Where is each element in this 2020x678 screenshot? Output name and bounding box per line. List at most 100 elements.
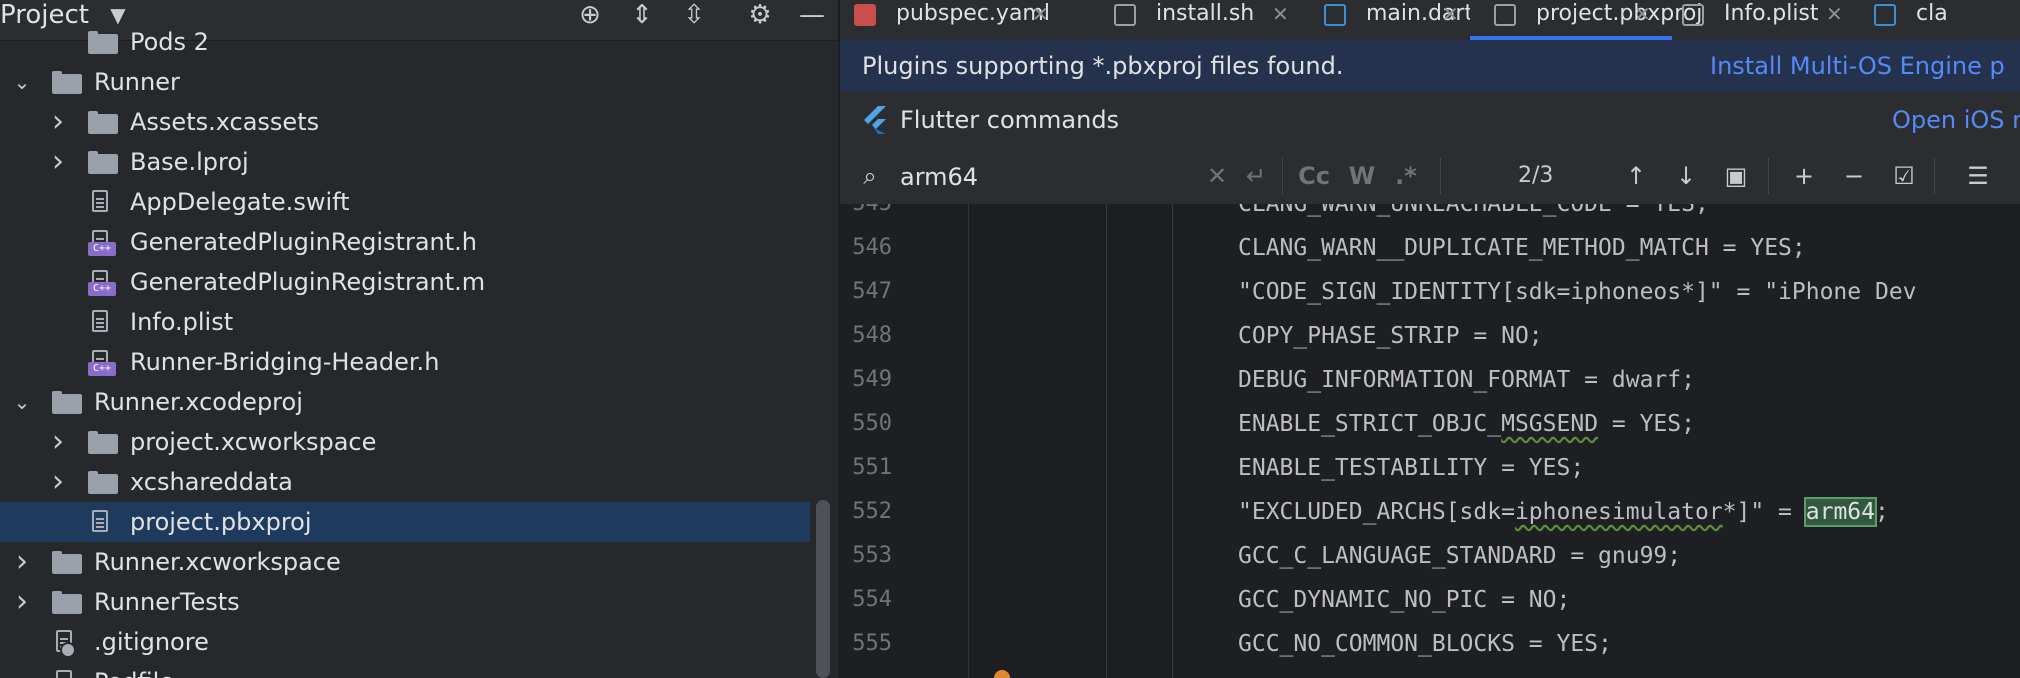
chevron-down-icon[interactable]: ⌄ [10,70,34,94]
tree-item[interactable]: › Base.lproj [0,142,810,182]
terminal-icon [1114,4,1136,26]
chevron-right-icon[interactable]: › [10,547,34,577]
search-input[interactable] [898,148,1162,206]
tree-item[interactable]: ⌄ Runner.xcodeproj [0,382,810,422]
tree-item[interactable]: C++ GeneratedPluginRegistrant.h [0,222,810,262]
flutter-banner-message: Flutter commands [900,106,1120,134]
filter-search-icon[interactable]: ▣ [1718,158,1754,194]
code-line: 547 "CODE_SIGN_IDENTITY[sdk=iphoneos*]" =… [840,270,2020,314]
project-panel: Project ▼ ⊕ ⇕ ⇳ ⚙ — Pods 2 ⌄ Runner › Assets… [0,0,838,678]
chevron-right-icon[interactable]: › [46,427,70,457]
tree-item-label: GeneratedPluginRegistrant.m [130,268,486,296]
regex-toggle[interactable]: .* [1388,158,1424,194]
close-tab-icon[interactable]: ✕ [1634,0,1651,28]
tree-item[interactable]: AppDelegate.swift [0,182,810,222]
code-text: DEBUG_INFORMATION_FORMAT = dwarf; [1238,367,1695,393]
line-number: 554 [852,587,892,612]
close-tab-icon[interactable]: ✕ [1826,0,1843,28]
folder-icon [88,471,118,494]
tree-item[interactable]: › Assets.xcassets [0,102,810,142]
line-number: 549 [852,367,892,392]
file-icon [88,190,114,214]
find-options-icon[interactable]: ☰ [1960,158,1996,194]
tree-item[interactable]: › RunnerTests [0,582,810,622]
whole-words-toggle[interactable]: W [1344,158,1380,194]
editor-tab[interactable]: project.pbxproj ✕ [1470,0,1702,40]
editor-tab[interactable]: cla [1860,0,2020,40]
add-occurrence-icon[interactable]: + [1786,158,1822,194]
chevron-right-icon[interactable]: › [46,107,70,137]
tree-item-label: Runner.xcworkspace [94,548,341,576]
tab-label: cla [1916,1,1948,26]
line-number: 552 [852,499,892,524]
scrollbar[interactable] [816,500,830,678]
tree-item[interactable]: › xcshareddata [0,462,810,502]
folder-icon [88,431,118,454]
close-tab-icon[interactable]: ✕ [1032,0,1049,28]
chevron-right-icon[interactable]: › [46,147,70,177]
tree-item[interactable]: › Runner.xcworkspace [0,542,810,582]
line-number: 546 [852,235,892,260]
tree-item[interactable]: ⌄ Runner [0,62,810,102]
cpp-file-icon: C++ [88,350,116,376]
file-icon [1494,4,1516,26]
editor-tab[interactable]: install.sh ✕ [1100,0,1300,40]
clear-search-icon[interactable]: ✕ [1202,158,1232,194]
tree-item-label: project.xcworkspace [130,428,377,456]
folder-icon [88,111,118,134]
divider [1768,158,1769,194]
tree-item-label: Base.lproj [130,148,249,176]
code-line: 553 GCC_C_LANGUAGE_STANDARD = gnu99; [840,534,2020,578]
tree-item[interactable]: C++ Runner-Bridging-Header.h [0,342,810,382]
tree-item-label: Runner-Bridging-Header.h [130,348,440,376]
gutter-divider [968,204,969,678]
tree-item[interactable]: Pods 2 [0,22,810,62]
chevron-right-icon[interactable]: › [46,467,70,497]
flutter-icon [864,106,886,134]
code-editor[interactable]: 545 CLANG_WARN_UNREACHABLE_CODE = YES; 546… [840,204,2020,678]
tree-item[interactable]: project.pbxproj [0,502,810,542]
code-text: CLANG_WARN__DUPLICATE_METHOD_MATCH = YES… [1238,235,1806,261]
close-tab-icon[interactable]: ✕ [1272,0,1289,28]
code-line: 555 GCC_NO_COMMON_BLOCKS = YES; [840,622,2020,666]
editor-tab[interactable]: Info.plist ✕ [1668,0,1854,40]
tree-item[interactable]: Podfile [0,662,810,678]
tree-item-label: Assets.xcassets [130,108,320,136]
remove-occurrence-icon[interactable]: − [1836,158,1872,194]
folder-icon [52,71,82,94]
indent-guide [1106,204,1107,678]
code-text: GCC_C_LANGUAGE_STANDARD = gnu99; [1238,543,1682,569]
folder-icon [52,391,82,414]
divider [1282,158,1283,194]
editor-area: pubspec.yaml ✕ install.sh ✕ main.dart ✕ projec… [840,0,2020,678]
flutter-banner: Flutter commands Open iOS m [840,92,2020,149]
tree-item[interactable]: Info.plist [0,302,810,342]
line-number: 551 [852,455,892,480]
close-tab-icon[interactable]: ✕ [1442,0,1459,28]
yaml-icon [854,4,876,26]
search-history-icon[interactable]: ↵ [1240,158,1272,194]
tree-item[interactable]: › project.xcworkspace [0,422,810,462]
spellcheck-underline: iphonesimulator [1514,499,1723,525]
line-number: 545 [840,204,892,226]
search-icon[interactable]: ⌕ [850,158,890,194]
select-all-occurrences-icon[interactable]: ☑ [1886,158,1922,194]
open-ios-module-link[interactable]: Open iOS m [1892,92,2020,148]
next-occurrence-icon[interactable]: ↓ [1668,158,1704,194]
tree-item[interactable]: C++ GeneratedPluginRegistrant.m [0,262,810,302]
install-plugin-link[interactable]: Install Multi-OS Engine p [1710,40,2005,92]
chevron-right-icon[interactable]: › [10,587,34,617]
code-line: 549 DEBUG_INFORMATION_FORMAT = dwarf; [840,358,2020,402]
tree-item[interactable]: .gitignore [0,622,810,662]
code-text: "EXCLUDED_ARCHS[sdk=iphonesimulator*]" =… [1238,497,1889,527]
code-line: 546 CLANG_WARN__DUPLICATE_METHOD_MATCH = … [840,226,2020,270]
previous-occurrence-icon[interactable]: ↑ [1618,158,1654,194]
match-case-toggle[interactable]: Cc [1294,158,1334,194]
search-match-highlight: arm64 [1803,497,1878,527]
code-text: CLANG_WARN_UNREACHABLE_CODE = YES; [1238,204,1709,217]
editor-tab[interactable]: main.dart ✕ [1310,0,1473,40]
line-number: 547 [852,279,892,304]
tree-item-label: xcshareddata [130,468,293,496]
chevron-down-icon[interactable]: ⌄ [10,390,34,414]
editor-tab[interactable]: pubspec.yaml ✕ [840,0,1060,40]
